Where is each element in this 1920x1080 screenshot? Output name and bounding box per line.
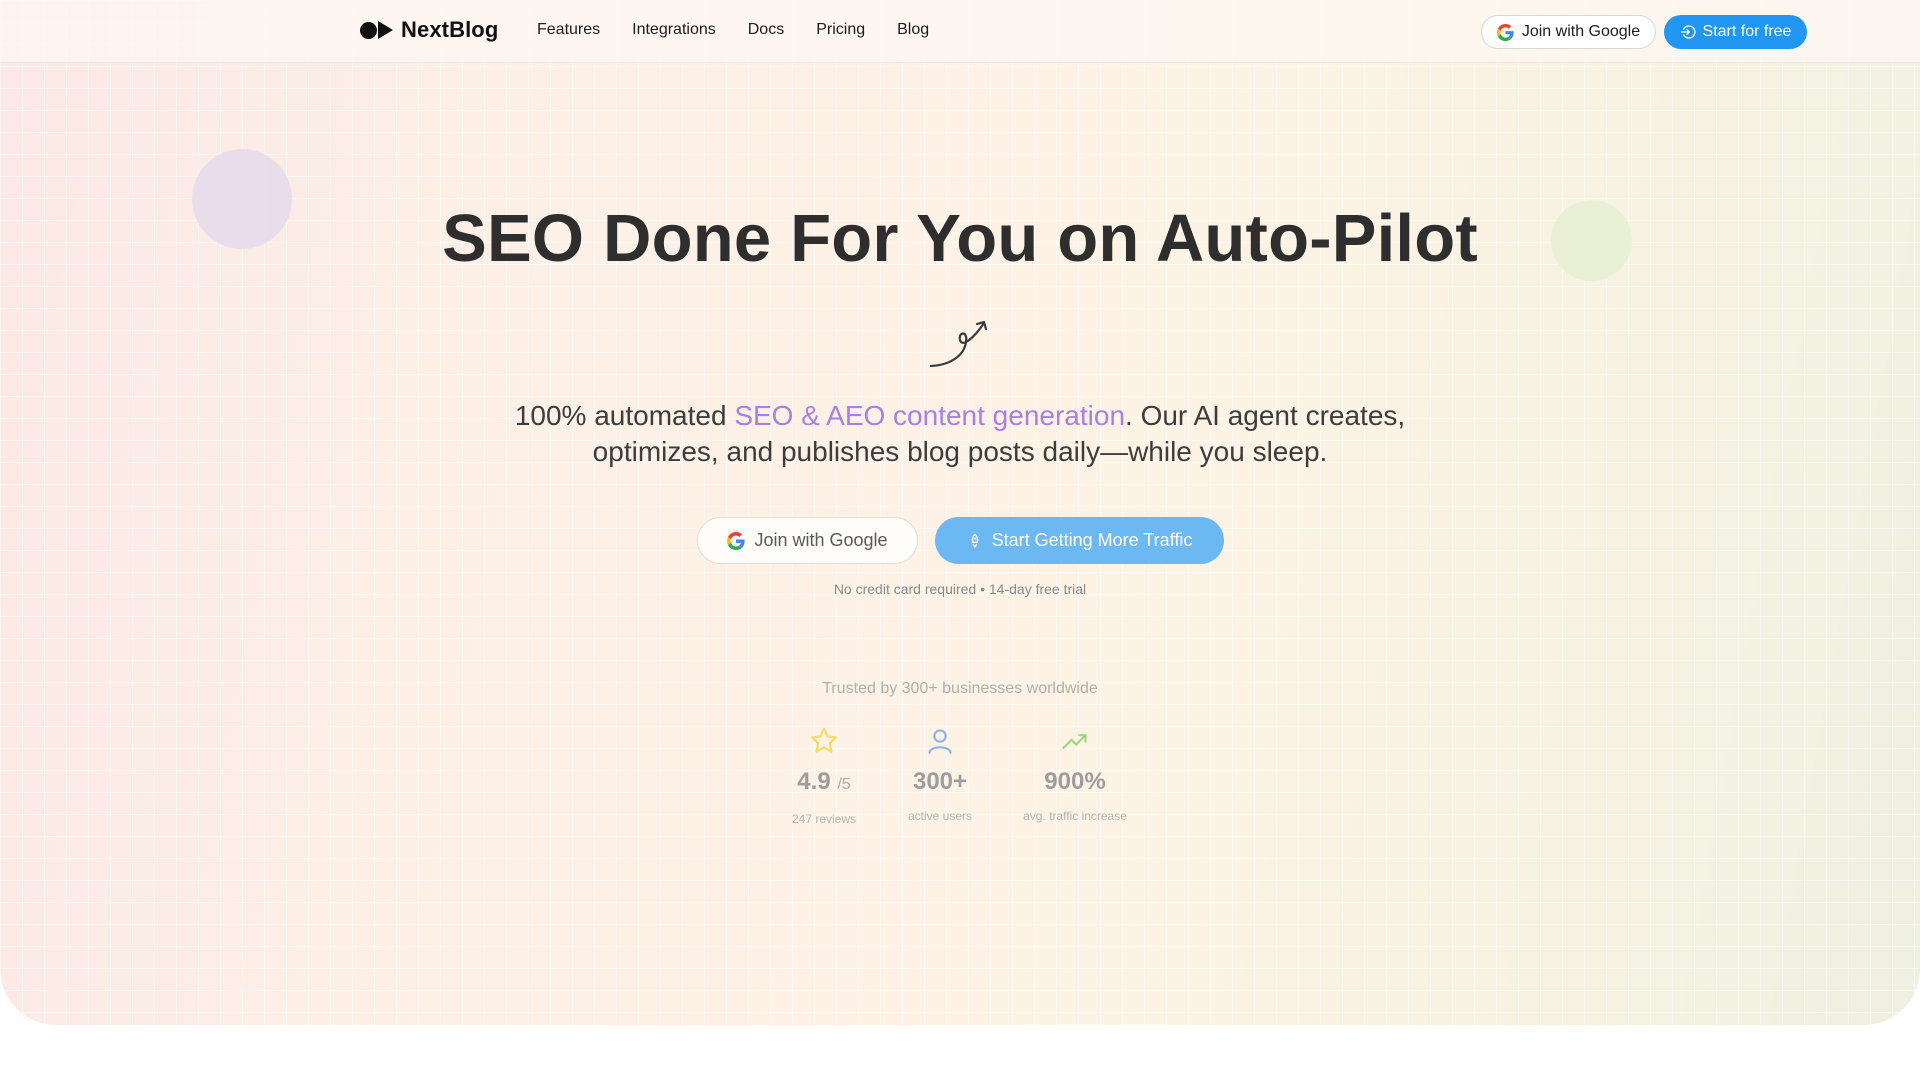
stat-label: active users <box>907 809 973 823</box>
subtitle-suffix: . Our AI agent creates, <box>1125 400 1406 431</box>
subtitle-highlight: SEO & AEO content generation <box>734 400 1126 431</box>
nextblog-logo-icon <box>360 21 393 39</box>
stat-value: 900% <box>1044 768 1105 796</box>
join-with-google-label: Join with Google <box>754 530 888 550</box>
trending-up-icon <box>1058 724 1092 758</box>
nav-join-with-google-button[interactable]: Join with Google <box>1481 15 1656 49</box>
nav-link-pricing[interactable]: Pricing <box>816 21 865 39</box>
hero-headline: SEO Done For You on Auto-Pilot <box>442 201 1478 276</box>
rocket-icon <box>971 533 978 548</box>
join-with-google-button[interactable]: Join with Google <box>697 517 918 564</box>
nav-link-blog[interactable]: Blog <box>897 21 929 39</box>
start-for-free-button[interactable]: Start for free <box>1664 15 1807 49</box>
subtitle-prefix: 100% automated <box>514 400 735 431</box>
rating-suffix: /5 <box>837 776 851 793</box>
stat-value: 300+ <box>913 768 967 796</box>
trial-note: No credit card required • 14-day free tr… <box>833 581 1087 597</box>
google-icon <box>1496 23 1514 41</box>
nav-link-docs[interactable]: Docs <box>748 21 784 39</box>
nav-join-with-google-label: Join with Google <box>1521 23 1641 40</box>
stat-value: 4.9 /5 <box>797 768 850 799</box>
user-icon <box>925 724 955 758</box>
stat-traffic-increase: 900% avg. traffic increase <box>1010 724 1140 823</box>
traffic-value: 900% <box>1044 768 1106 795</box>
trusted-by-text: Trusted by 300+ businesses worldwide <box>822 680 1098 697</box>
nav-link-integrations[interactable]: Integrations <box>632 21 716 39</box>
stat-active-users: 300+ active users <box>880 724 1000 823</box>
start-for-free-label: Start for free <box>1702 23 1792 40</box>
stat-label: 247 reviews <box>791 812 857 826</box>
google-icon <box>727 531 746 550</box>
start-getting-more-traffic-button[interactable]: Start Getting More Traffic <box>935 517 1224 564</box>
nav-links: Features Integrations Docs Pricing Blog <box>537 21 929 39</box>
brand-name: NextBlog <box>401 17 499 42</box>
subtitle-line-2: optimizes, and publishes blog posts dail… <box>592 436 1328 467</box>
rating-value: 4.9 <box>797 768 831 795</box>
users-value: 300+ <box>912 768 968 795</box>
squiggle-arrow-icon <box>929 320 988 368</box>
star-icon <box>808 724 840 758</box>
hero-subtitle: 100% automated SEO & AEO content generat… <box>0 398 1920 470</box>
hero-section: SEO Done For You on Auto-Pilot 100% auto… <box>0 0 1920 1025</box>
start-getting-more-traffic-label: Start Getting More Traffic <box>991 530 1193 550</box>
sign-in-icon <box>1680 25 1696 39</box>
top-navbar: NextBlog Features Integrations Docs Pric… <box>0 0 1920 63</box>
stat-rating: 4.9 /5 247 reviews <box>764 724 884 826</box>
stat-label: avg. traffic increase <box>1023 809 1127 823</box>
nav-link-features[interactable]: Features <box>537 21 600 39</box>
brand-logo-link[interactable]: NextBlog <box>360 17 498 43</box>
